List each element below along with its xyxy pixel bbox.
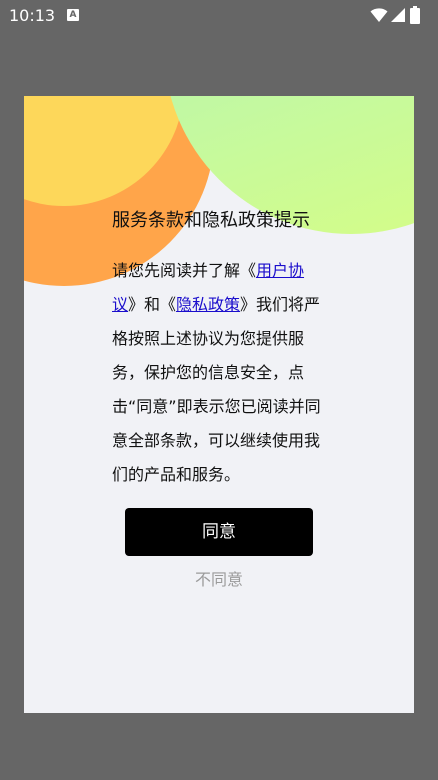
dialog-title: 服务条款和隐私政策提示 (112, 210, 310, 231)
agree-button[interactable]: 同意 (125, 508, 313, 556)
notification-a-icon: A (67, 9, 79, 21)
cellular-signal-icon (391, 8, 405, 22)
dialog-body-text: 请您先阅读并了解《用户协议》和《隐私政策》我们将严格按照上述协议为您提供服务，保… (112, 254, 322, 492)
disagree-button[interactable]: 不同意 (125, 568, 313, 592)
status-bar: 10:13 A (0, 0, 438, 32)
body-text-part-3: 》我们将严格按照上述协议为您提供服务，保护您的信息安全，点击“同意”即表示您已阅… (112, 295, 321, 484)
body-text-part-2: 》和《 (128, 295, 177, 314)
body-text-part-1: 请您先阅读并了解《 (112, 261, 257, 280)
wifi-icon (370, 8, 388, 22)
notification-a-letter: A (69, 10, 77, 20)
status-time: 10:13 (9, 6, 56, 25)
terms-dialog: 服务条款和隐私政策提示 请您先阅读并了解《用户协议》和《隐私政策》我们将严格按照… (24, 96, 414, 713)
battery-icon (410, 6, 420, 24)
status-icons (370, 6, 430, 24)
privacy-policy-link[interactable]: 隐私政策 (176, 295, 240, 314)
